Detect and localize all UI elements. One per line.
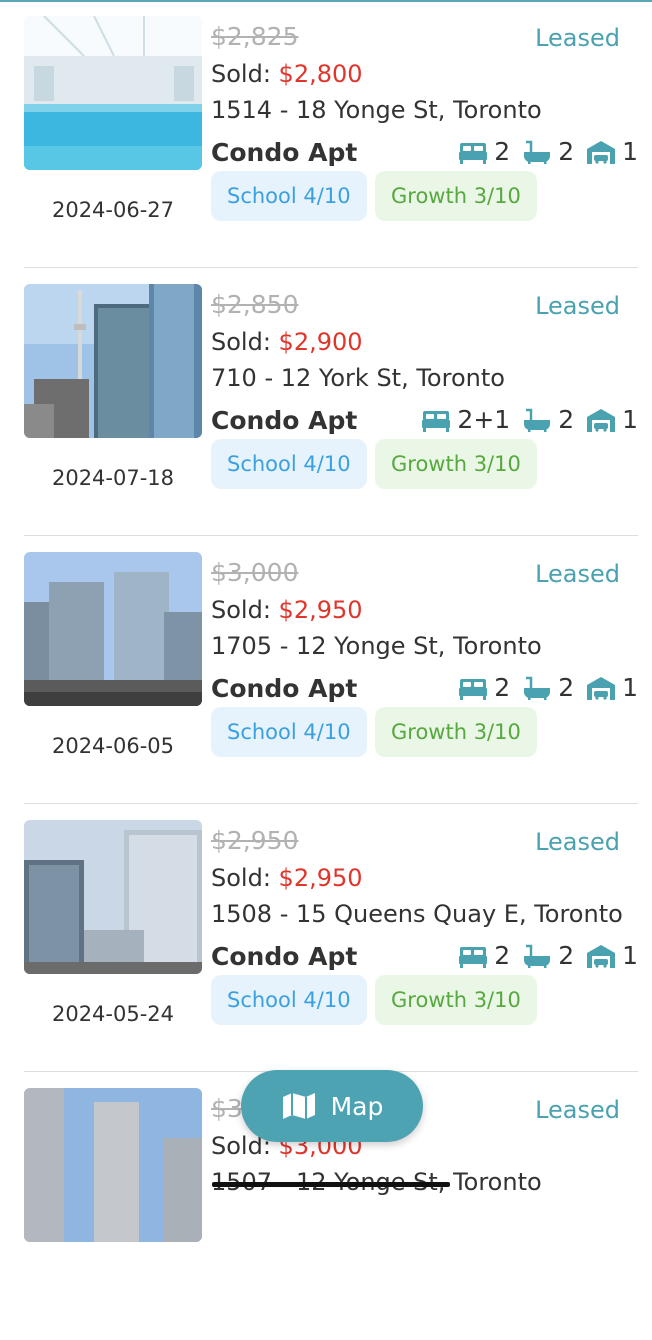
- listing-card[interactable]: $3,000 Leased Sold: $2,950 1705 - 12 Yon…: [0, 536, 652, 804]
- sold-label: Sold:: [211, 328, 271, 356]
- listing-date: 2024-05-24: [51, 1002, 175, 1026]
- garage-icon: [586, 675, 616, 701]
- garage-icon: [586, 139, 616, 165]
- listing-photo[interactable]: [24, 16, 202, 170]
- parking-count: 1: [622, 405, 638, 434]
- sold-price: $2,950: [278, 596, 363, 624]
- parking-count: 1: [622, 673, 638, 702]
- bed-icon: [421, 407, 451, 433]
- bed-count: 2: [494, 941, 511, 970]
- sold-price: $2,900: [278, 328, 363, 356]
- listing-date: 2024-06-05: [51, 734, 175, 758]
- parking-count: 1: [622, 137, 638, 166]
- bath-icon: [522, 139, 552, 165]
- bed-count: 2+1: [457, 405, 511, 434]
- property-type: Condo Apt: [211, 138, 358, 167]
- bath-icon: [522, 407, 552, 433]
- garage-icon: [586, 407, 616, 433]
- sold-label: Sold:: [211, 596, 271, 624]
- status-badge: Leased: [535, 24, 620, 52]
- listing-date: 2024-07-18: [51, 466, 175, 490]
- sold-label: Sold:: [211, 864, 271, 892]
- school-score-badge[interactable]: School 4/10: [211, 707, 367, 757]
- school-score-badge[interactable]: School 4/10: [211, 439, 367, 489]
- growth-score-badge[interactable]: Growth 3/10: [375, 707, 537, 757]
- original-price: $3,000: [211, 558, 299, 587]
- sold-line: Sold: $2,950: [211, 596, 363, 624]
- sold-price: $2,950: [278, 864, 363, 892]
- bed-icon: [458, 943, 488, 969]
- bath-icon: [522, 675, 552, 701]
- growth-score-badge[interactable]: Growth 3/10: [375, 975, 537, 1025]
- bed-icon: [458, 675, 488, 701]
- property-type: Condo Apt: [211, 406, 358, 435]
- property-type: Condo Apt: [211, 674, 358, 703]
- status-badge: Leased: [535, 560, 620, 588]
- bed-count: 2: [494, 673, 511, 702]
- listing-features: 2 2 1: [446, 137, 638, 166]
- listing-photo[interactable]: [24, 1088, 202, 1242]
- listing-address[interactable]: 1508 - 15 Queens Quay E, Toronto: [211, 900, 623, 928]
- listing-photo[interactable]: [24, 820, 202, 974]
- map-icon: [282, 1093, 315, 1119]
- sold-label: Sold:: [211, 60, 271, 88]
- status-badge: Leased: [535, 292, 620, 320]
- overlay-stroke: [212, 1182, 450, 1187]
- listing-features: 2 2 1: [446, 941, 638, 970]
- bed-icon: [458, 139, 488, 165]
- bath-count: 2: [558, 941, 575, 970]
- parking-count: 1: [622, 941, 638, 970]
- listing-address[interactable]: 1705 - 12 Yonge St, Toronto: [211, 632, 542, 660]
- listing-card[interactable]: $2,950 Leased Sold: $2,950 1508 - 15 Que…: [0, 804, 652, 1072]
- listing-address[interactable]: 710 - 12 York St, Toronto: [211, 364, 505, 392]
- bath-count: 2: [558, 405, 575, 434]
- school-score-badge[interactable]: School 4/10: [211, 975, 367, 1025]
- sold-price: $2,800: [278, 60, 363, 88]
- original-price: $2,950: [211, 826, 299, 855]
- status-badge: Leased: [535, 1096, 620, 1124]
- listing-date: 2024-06-27: [51, 198, 175, 222]
- bath-count: 2: [558, 137, 575, 166]
- map-button[interactable]: Map: [241, 1070, 423, 1142]
- growth-score-badge[interactable]: Growth 3/10: [375, 171, 537, 221]
- status-badge: Leased: [535, 828, 620, 856]
- listing-photo[interactable]: [24, 284, 202, 438]
- listing-features: 2 2 1: [446, 673, 638, 702]
- school-score-badge[interactable]: School 4/10: [211, 171, 367, 221]
- bath-count: 2: [558, 673, 575, 702]
- listing-card[interactable]: $2,850 Leased Sold: $2,900 710 - 12 York…: [0, 268, 652, 536]
- listing-address[interactable]: 1514 - 18 Yonge St, Toronto: [211, 96, 542, 124]
- original-price: $2,825: [211, 22, 299, 51]
- property-type: Condo Apt: [211, 942, 358, 971]
- sold-line: Sold: $2,950: [211, 864, 363, 892]
- listing-card[interactable]: $2,825 Leased Sold: $2,800 1514 - 18 Yon…: [0, 0, 652, 268]
- sold-line: Sold: $2,900: [211, 328, 363, 356]
- original-price: $3: [211, 1094, 243, 1123]
- listing-features: 2+1 2 1: [409, 405, 638, 434]
- sold-line: Sold: $2,800: [211, 60, 363, 88]
- map-button-label: Map: [330, 1091, 384, 1121]
- bed-count: 2: [494, 137, 511, 166]
- bath-icon: [522, 943, 552, 969]
- listing-photo[interactable]: [24, 552, 202, 706]
- garage-icon: [586, 943, 616, 969]
- original-price: $2,850: [211, 290, 299, 319]
- growth-score-badge[interactable]: Growth 3/10: [375, 439, 537, 489]
